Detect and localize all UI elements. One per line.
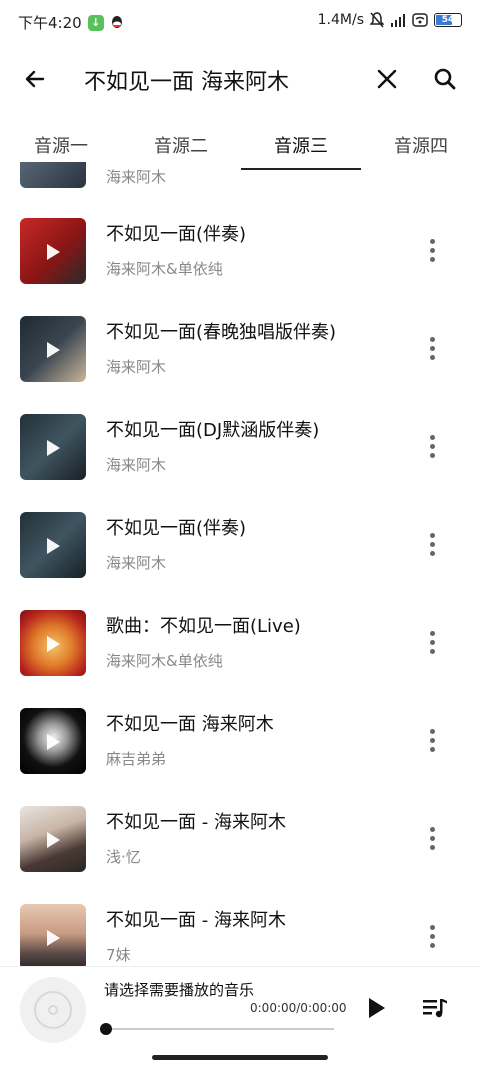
play-icon — [47, 342, 60, 358]
song-artist: 海来阿木 — [106, 554, 167, 572]
song-title: 不如见一面 - 海来阿木 — [106, 812, 286, 833]
play-icon — [47, 636, 60, 652]
battery-level: 54 — [441, 15, 455, 25]
album-art[interactable] — [20, 512, 86, 578]
album-art[interactable] — [20, 806, 86, 872]
play-icon — [47, 930, 60, 946]
disc-icon[interactable] — [20, 977, 86, 1043]
song-row[interactable]: 歌曲：不如见一面(Live) 海来阿木&单依纯 — [0, 594, 480, 692]
song-title: 不如见一面(DJ默涵版伴奏) — [106, 420, 320, 441]
album-art[interactable] — [20, 218, 86, 284]
album-art[interactable] — [20, 610, 86, 676]
arrow-left-icon — [25, 70, 45, 88]
song-row[interactable]: 不如见一面(DJ默涵版伴奏) 海来阿木 — [0, 398, 480, 496]
more-options-button[interactable] — [416, 718, 448, 762]
song-artist: 7妹 — [106, 946, 131, 964]
play-icon — [47, 538, 60, 554]
playlist-icon — [423, 999, 447, 1018]
mini-player: 请选择需要播放的音乐 0:00:00/0:00:00 — [0, 966, 480, 1067]
more-options-button[interactable] — [416, 914, 448, 958]
play-icon — [47, 734, 60, 750]
song-row[interactable]: 不如见一面 海来阿木 麻吉弟弟 — [0, 692, 480, 790]
song-artist: 麻吉弟弟 — [106, 750, 167, 768]
album-art[interactable] — [20, 904, 86, 966]
play-icon — [47, 440, 60, 456]
play-icon — [369, 998, 385, 1018]
song-artist: 海来阿木 — [106, 456, 167, 474]
download-icon: ↓ — [87, 14, 104, 31]
song-title: 歌曲：不如见一面(Live) — [106, 616, 301, 637]
player-time: 0:00:00/0:00:00 — [250, 1001, 347, 1015]
song-title: 不如见一面(伴奏) — [106, 224, 247, 245]
song-title: 不如见一面 - 海来阿木 — [106, 910, 286, 931]
signal-icon — [391, 14, 405, 27]
home-indicator — [152, 1055, 328, 1060]
back-button[interactable] — [14, 58, 56, 100]
song-artist: 海来阿木 — [106, 358, 167, 376]
song-title: 不如见一面(伴奏) — [106, 518, 247, 539]
status-bar: 下午4:20 ↓ 1.4M/s 54 — [0, 0, 480, 44]
more-options-button[interactable] — [416, 326, 448, 370]
more-options-button[interactable] — [416, 228, 448, 272]
song-title: 不如见一面(春晚独唱版伴奏) — [106, 322, 337, 343]
album-art[interactable] — [20, 316, 86, 382]
more-options-button[interactable] — [416, 620, 448, 664]
song-list[interactable]: 海来阿木 不如见一面(伴奏) 海来阿木&单依纯 不如见一面(春晚独唱版伴奏) 海… — [0, 162, 480, 966]
song-row[interactable]: 不如见一面 - 海来阿木 7妹 — [0, 888, 480, 966]
more-options-button[interactable] — [416, 816, 448, 860]
song-row[interactable]: 不如见一面(春晚独唱版伴奏) 海来阿木 — [0, 300, 480, 398]
album-art[interactable] — [20, 414, 86, 480]
song-title: 不如见一面 海来阿木 — [106, 714, 274, 735]
song-artist: 海来阿木 — [106, 168, 167, 186]
play-button[interactable] — [362, 993, 392, 1023]
song-artist: 海来阿木&单依纯 — [106, 652, 223, 670]
close-icon — [377, 69, 397, 89]
progress-thumb[interactable] — [100, 1023, 112, 1035]
song-row[interactable]: 不如见一面(伴奏) 海来阿木 — [0, 496, 480, 594]
clear-button[interactable] — [366, 58, 408, 100]
play-icon — [47, 244, 60, 260]
playlist-button[interactable] — [420, 993, 450, 1023]
play-icon — [47, 832, 60, 848]
qq-icon — [111, 15, 122, 28]
song-row[interactable]: 不如见一面(伴奏) 海来阿木&单依纯 — [0, 202, 480, 300]
player-title: 请选择需要播放的音乐 — [104, 981, 255, 999]
song-row[interactable]: 不如见一面 - 海来阿木 浅·忆 — [0, 790, 480, 888]
more-options-button[interactable] — [416, 424, 448, 468]
network-speed: 1.4M/s — [317, 12, 364, 28]
search-header: 不如见一面 海来阿木 — [0, 44, 480, 114]
search-button[interactable] — [424, 58, 466, 100]
search-icon — [434, 68, 456, 90]
wifi-icon — [412, 13, 428, 27]
battery-icon: 54 — [434, 13, 462, 27]
status-time: 下午4:20 — [18, 14, 82, 32]
search-query[interactable]: 不如见一面 海来阿木 — [84, 64, 289, 96]
album-art[interactable] — [20, 708, 86, 774]
progress-track[interactable] — [106, 1028, 334, 1030]
song-artist: 海来阿木&单依纯 — [106, 260, 223, 278]
album-art — [20, 162, 86, 188]
more-options-button[interactable] — [416, 522, 448, 566]
mute-bell-icon — [370, 12, 384, 28]
song-artist: 浅·忆 — [106, 848, 141, 866]
